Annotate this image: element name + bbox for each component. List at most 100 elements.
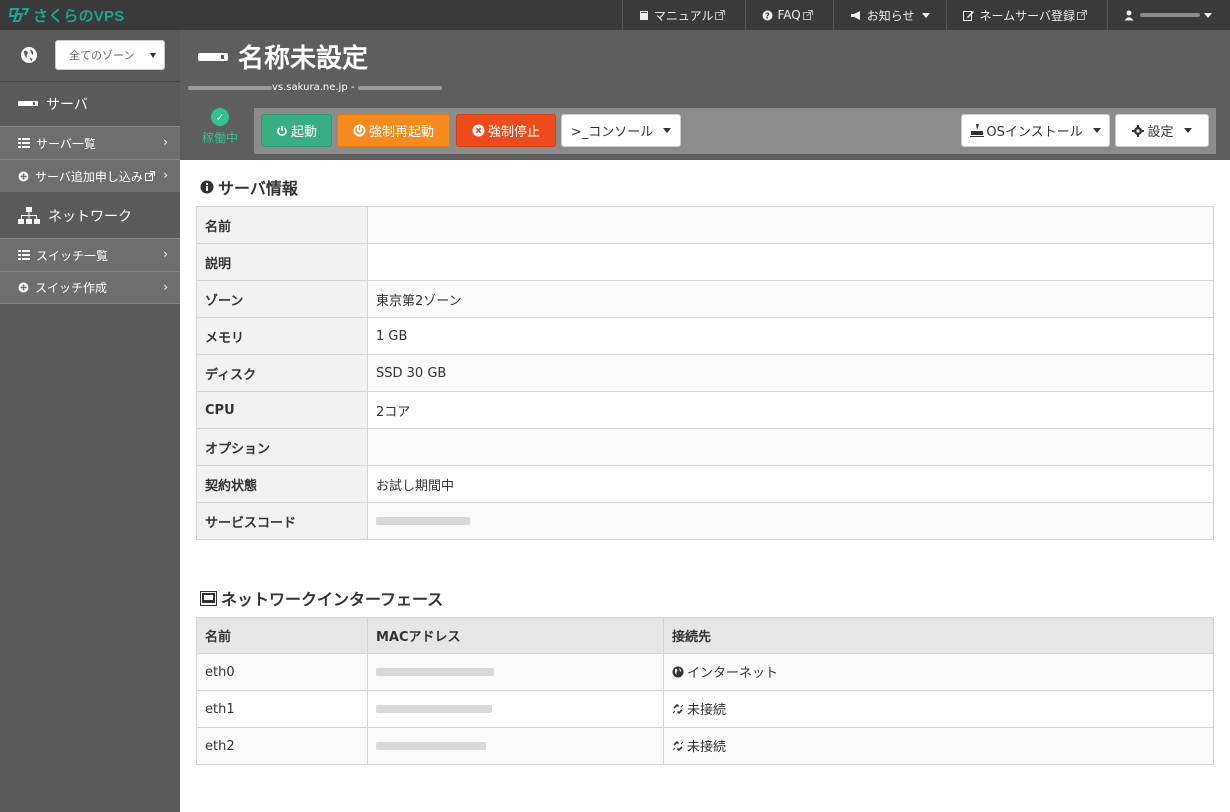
zone-select-value: 全てのゾーン [69, 49, 135, 62]
service-code-cell [367, 502, 1214, 540]
sakura-logo-icon [8, 8, 30, 22]
connection-cell: 未接続 [663, 727, 1214, 765]
status-indicator: ✓ 稼働中 [190, 108, 250, 146]
top-nav: マニュアル ? FAQ お知らせ ネームサーバ登録 [621, 0, 1230, 30]
sidebar-section-label: ネットワーク [48, 209, 132, 225]
sidebar-item-label: スイッチ作成 [35, 281, 108, 295]
hostname-line: vs.sakura.ne.jp - [188, 82, 443, 93]
server-info-title: サーバ情報 [218, 179, 298, 198]
sidebar-item-server-add[interactable]: サーバ追加申し込み › [0, 159, 180, 192]
row-value [367, 243, 1214, 281]
start-button[interactable]: 起動 [261, 114, 332, 147]
manual-link[interactable]: マニュアル [621, 0, 746, 30]
row-value: 1 GB [367, 317, 1214, 355]
force-restart-button[interactable]: 強制再起動 [337, 114, 450, 147]
sidebar-item-label: スイッチ一覧 [36, 248, 109, 263]
sidebar-section-network: ネットワーク [0, 194, 180, 238]
mac-address-cell [367, 690, 664, 728]
page-title-group: 名称未設定 [198, 38, 368, 75]
zone-filter: 全てのゾーン [0, 30, 180, 82]
server-icon [198, 52, 228, 61]
ip-redacted [358, 85, 443, 90]
power-icon [277, 125, 287, 136]
table-row: eth0 インターネット [196, 653, 1214, 691]
connection-cell: インターネット [663, 653, 1214, 691]
table-row: メモリ 1 GB [196, 317, 1214, 355]
network-heading: ネットワークインターフェース [200, 586, 443, 610]
nameserver-label: ネームサーバ登録 [979, 8, 1075, 23]
row-value [367, 428, 1214, 466]
interface-name: eth2 [196, 727, 368, 765]
globe-icon [21, 47, 37, 63]
table-row: サービスコード [196, 502, 1214, 540]
megaphone-icon [850, 10, 860, 20]
ethernet-port-icon [200, 590, 217, 606]
chevron-down-icon [1183, 128, 1192, 133]
table-row: CPU 2コア [196, 391, 1214, 429]
settings-dropdown[interactable]: 設定 [1115, 114, 1209, 147]
chevron-right-icon: › [163, 135, 168, 149]
news-label: お知らせ [866, 8, 915, 23]
external-link-icon [144, 171, 155, 181]
console-dropdown[interactable]: >_コンソール [561, 114, 681, 147]
external-link-icon [802, 10, 813, 20]
server-header: 名称未設定 vs.sakura.ne.jp - ✓ 稼働中 起動 強制再起動 強… [180, 30, 1230, 160]
nameserver-link[interactable]: ネームサーバ登録 [946, 0, 1107, 30]
connection-link[interactable]: 未接続 [672, 736, 726, 755]
broken-link-icon [672, 740, 684, 751]
table-row: ゾーン 東京第2ゾーン [196, 280, 1214, 318]
news-dropdown[interactable]: お知らせ [832, 0, 947, 30]
sidebar-item-server-list[interactable]: サーバ一覧 › [0, 126, 180, 159]
row-label: 説明 [196, 243, 368, 281]
mac-address-redacted [376, 704, 492, 713]
external-link-icon [1077, 10, 1087, 20]
row-label: 契約状態 [196, 465, 368, 503]
os-install-dropdown[interactable]: OSインストール [961, 114, 1110, 147]
sidebar-item-switch-list[interactable]: スイッチ一覧 › [0, 238, 180, 271]
console-label: >_コンソール [570, 125, 654, 140]
faq-link[interactable]: ? FAQ [745, 0, 832, 30]
sidebar-item-switch-create[interactable]: スイッチ作成 › [0, 271, 180, 304]
row-label: ゾーン [196, 280, 368, 318]
row-value: SSD 30 GB [367, 354, 1214, 392]
table-row: 名前 [196, 206, 1214, 244]
info-icon [200, 180, 214, 194]
row-label: 名前 [196, 206, 368, 244]
network-title: ネットワークインターフェース [221, 590, 444, 609]
interface-name: eth0 [196, 653, 368, 691]
server-info-heading: サーバ情報 [200, 175, 298, 199]
list-icon [18, 250, 30, 260]
row-value [367, 206, 1214, 244]
sidebar: 全てのゾーン サーバ サーバ一覧 › サーバ追加申し込み › ネットワーク スイ… [0, 30, 180, 812]
connection-cell: 未接続 [663, 690, 1214, 728]
column-header: MACアドレス [367, 617, 664, 654]
gear-icon [1132, 124, 1145, 137]
chevron-down-icon [1092, 128, 1101, 133]
chevron-right-icon: › [163, 247, 168, 261]
table-row: 契約状態 お試し期間中 [196, 465, 1214, 503]
zone-select[interactable]: 全てのゾーン [55, 40, 165, 70]
restart-icon [353, 124, 366, 137]
svg-text:?: ? [766, 11, 771, 20]
connection-link[interactable]: インターネット [672, 662, 778, 681]
table-row: eth2 未接続 [196, 727, 1214, 765]
hostname-redacted [188, 85, 272, 90]
row-value: 東京第2ゾーン [367, 280, 1214, 318]
stop-icon [472, 124, 485, 137]
server-info-table: 名前 説明 ゾーン 東京第2ゾーン メモリ 1 GB ディスク SSD 30 GB C… [196, 206, 1214, 540]
connection-link[interactable]: 未接続 [672, 699, 726, 718]
mac-address-redacted [376, 741, 486, 750]
force-stop-label: 強制停止 [487, 125, 540, 140]
sidebar-section-server: サーバ [0, 82, 180, 126]
status-label: 稼働中 [201, 131, 238, 145]
connection-label: インターネット [687, 666, 779, 682]
interface-name: eth1 [196, 690, 368, 728]
mac-address-redacted [376, 667, 494, 676]
force-stop-button[interactable]: 強制停止 [456, 114, 556, 147]
connection-label: 未接続 [687, 703, 727, 719]
service-code-redacted [376, 516, 470, 525]
user-menu[interactable] [1107, 0, 1230, 30]
chevron-right-icon: › [163, 280, 168, 294]
page-title[interactable]: 名称未設定 [238, 38, 368, 75]
app-logo[interactable]: さくらのVPS [8, 5, 124, 25]
